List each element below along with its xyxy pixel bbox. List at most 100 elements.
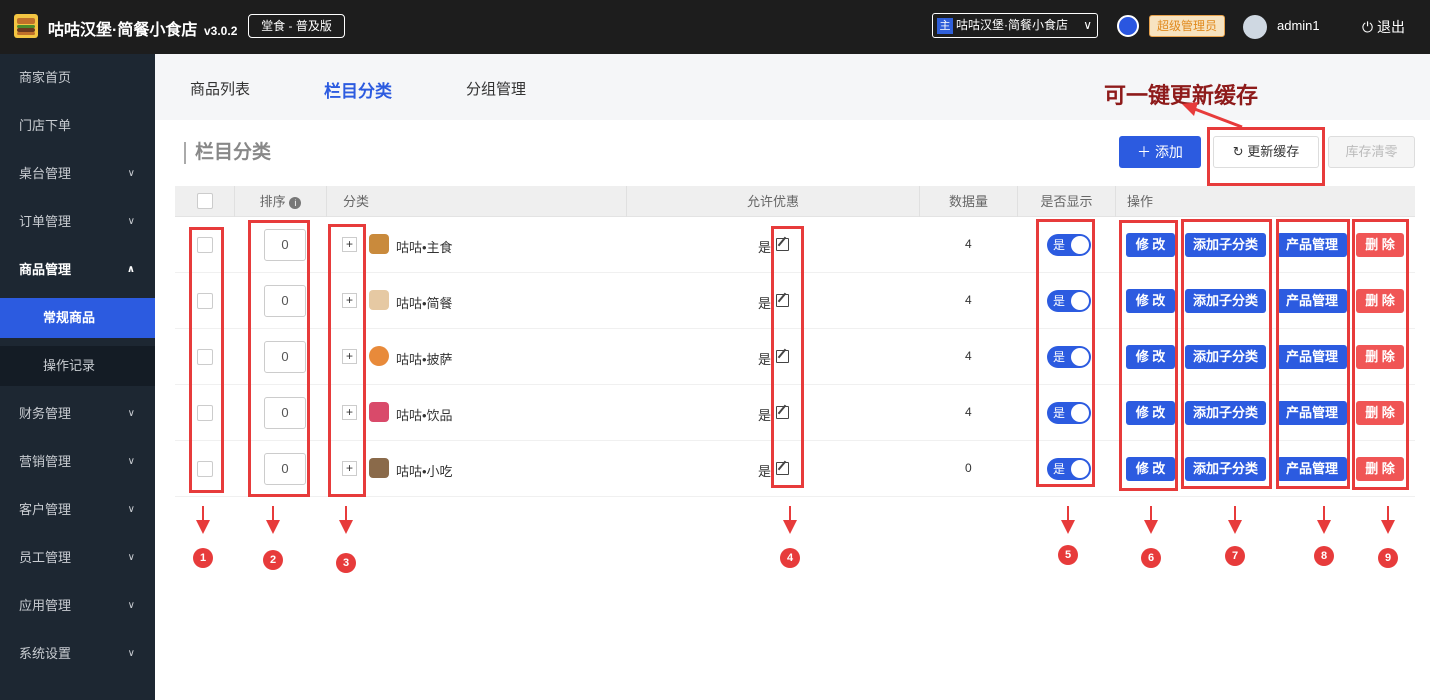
annotation-arrow-icon	[1061, 506, 1075, 534]
sidebar-item-label: 系统设置	[19, 646, 72, 661]
column-header-discount: 允许优惠	[626, 186, 919, 217]
annotation-arrow-icon	[339, 506, 353, 534]
sidebar-item-label: 员工管理	[19, 550, 72, 565]
annotation-box-products	[1276, 219, 1350, 489]
chevron-down-icon: ∨	[127, 456, 135, 467]
data-count: 4	[965, 349, 972, 363]
column-header-actions: 操作	[1115, 186, 1415, 217]
table-header: 排序 i 分类 允许优惠 数据量 是否显示 操作	[175, 186, 1415, 217]
sidebar-item-operation-log[interactable]: 操作记录	[0, 346, 155, 386]
sidebar-item-label: 操作记录	[43, 358, 96, 373]
tab-category[interactable]: 栏目分类	[324, 77, 392, 102]
add-button[interactable]: ＋ 添加	[1119, 136, 1201, 168]
sidebar-item-customers[interactable]: 客户管理 ∨	[0, 486, 155, 534]
marker-9: 9	[1378, 548, 1398, 568]
annotation-arrow-icon	[1182, 102, 1243, 129]
annotation-box-sort	[248, 220, 310, 497]
sidebar-item-label: 常规商品	[43, 310, 96, 325]
role-badge: 超级管理员	[1149, 15, 1225, 37]
column-header-label: 排序	[259, 194, 286, 209]
chevron-down-icon: ∨	[127, 552, 135, 563]
column-header-count: 数据量	[919, 186, 1017, 217]
sidebar-item-marketing[interactable]: 营销管理 ∨	[0, 438, 155, 486]
store-selector[interactable]: 主咕咕汉堡·简餐小食店 ∨	[932, 13, 1098, 38]
annotation-arrow-icon	[1381, 506, 1395, 534]
annotation-box-visible	[1036, 219, 1095, 487]
discount-value: 是	[758, 408, 772, 423]
marker-2: 2	[263, 550, 283, 570]
sidebar-item-store-order[interactable]: 门店下单	[0, 102, 155, 150]
select-all-checkbox[interactable]	[197, 193, 213, 209]
category-name: 咕咕•简餐	[396, 296, 453, 311]
column-header-sort: 排序 i	[234, 186, 326, 217]
annotation-box-expand	[328, 224, 366, 497]
sidebar-item-orders[interactable]: 订单管理 ∨	[0, 198, 155, 246]
sidebar-item-label: 客户管理	[19, 502, 72, 517]
sidebar-item-label: 财务管理	[19, 406, 72, 421]
sidebar-item-settings[interactable]: 系统设置 ∨	[0, 630, 155, 678]
marker-4: 4	[780, 548, 800, 568]
discount-value: 是	[758, 240, 772, 255]
username[interactable]: admin1	[1277, 18, 1320, 33]
sidebar-item-label: 门店下单	[19, 118, 72, 133]
logout-label: 退出	[1376, 19, 1405, 35]
annotation-arrow-icon	[266, 506, 280, 534]
sidebar-item-label: 商品管理	[19, 262, 72, 277]
discount-value: 是	[758, 352, 772, 367]
data-count: 4	[965, 237, 972, 251]
sidebar-item-label: 订单管理	[19, 214, 72, 229]
annotation-arrow-icon	[783, 506, 797, 534]
marker-8: 8	[1314, 546, 1334, 566]
chevron-down-icon: ∨	[1083, 18, 1092, 32]
tab-group-management[interactable]: 分组管理	[466, 78, 526, 99]
discount-value: 是	[758, 296, 772, 311]
annotation-box-add-sub	[1181, 219, 1272, 489]
plus-icon: ＋	[1137, 144, 1152, 160]
category-image	[369, 458, 389, 478]
annotation-arrow-icon	[1228, 506, 1242, 534]
sidebar-item-products[interactable]: 商品管理 ∧	[0, 246, 155, 294]
marker-1: 1	[193, 548, 213, 568]
chevron-down-icon: ∨	[127, 216, 135, 227]
tab-product-list[interactable]: 商品列表	[190, 78, 250, 99]
store-tag: 主	[937, 18, 953, 34]
marker-3: 3	[336, 553, 356, 573]
category-name: 咕咕•披萨	[396, 352, 453, 367]
sidebar-item-home[interactable]: 商家首页	[0, 54, 155, 102]
brand-name: 咕咕汉堡·简餐小食店	[48, 22, 198, 39]
theme-dot-icon[interactable]	[1117, 15, 1139, 37]
store-name: 咕咕汉堡·简餐小食店	[956, 18, 1068, 32]
sidebar-item-label: 桌台管理	[19, 166, 72, 181]
category-image	[369, 346, 389, 366]
marker-6: 6	[1141, 548, 1161, 568]
annotation-box-delete	[1352, 219, 1409, 490]
data-count: 4	[965, 405, 972, 419]
data-count: 4	[965, 293, 972, 307]
sidebar-item-label: 应用管理	[19, 598, 72, 613]
sidebar-item-regular-products[interactable]: 常规商品	[0, 298, 155, 338]
category-image	[369, 234, 389, 254]
sidebar-item-apps[interactable]: 应用管理 ∨	[0, 582, 155, 630]
avatar[interactable]	[1243, 15, 1267, 39]
sidebar-item-finance[interactable]: 财务管理 ∨	[0, 390, 155, 438]
category-name: 咕咕•小吃	[396, 464, 453, 479]
sidebar-item-label: 营销管理	[19, 454, 72, 469]
chevron-down-icon: ∨	[127, 504, 135, 515]
chevron-down-icon: ∨	[127, 168, 135, 179]
column-header-category: 分类	[326, 186, 626, 217]
chevron-up-icon: ∧	[126, 264, 135, 275]
sidebar-item-tables[interactable]: 桌台管理 ∨	[0, 150, 155, 198]
top-bar: 咕咕汉堡·简餐小食店 v3.0.2 堂食 - 普及版 主咕咕汉堡·简餐小食店 ∨…	[0, 0, 1430, 54]
clear-stock-button[interactable]: 库存清零	[1328, 136, 1415, 168]
annotation-arrow-icon	[1317, 506, 1331, 534]
edition-badge[interactable]: 堂食 - 普及版	[248, 14, 345, 38]
chevron-down-icon: ∨	[127, 600, 135, 611]
chevron-down-icon: ∨	[127, 648, 135, 659]
logout-button[interactable]: ⏻ 退出	[1362, 17, 1405, 37]
category-image	[369, 402, 389, 422]
sidebar-item-staff[interactable]: 员工管理 ∨	[0, 534, 155, 582]
page-title: 栏目分类	[184, 142, 271, 164]
annotation-box-checkbox	[189, 227, 224, 493]
annotation-box-cache	[1207, 127, 1325, 186]
discount-value: 是	[758, 464, 772, 479]
